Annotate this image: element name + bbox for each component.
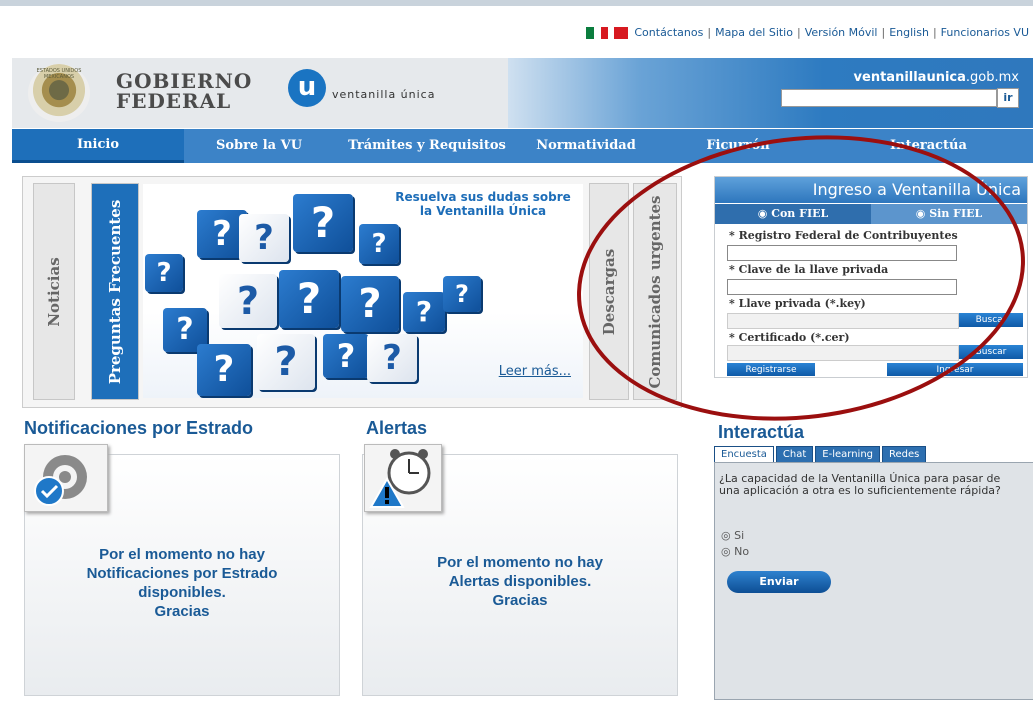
nav-inicio[interactable]: Inicio — [12, 129, 184, 163]
top-border — [0, 0, 1033, 6]
question-cube-icon: ? — [403, 292, 445, 332]
question-cube-icon: ? — [443, 276, 481, 312]
question-cube-icon: ? — [359, 224, 399, 264]
question-cube-icon: ? — [219, 274, 277, 328]
search-go-button[interactable]: ir — [997, 88, 1019, 108]
mexico-flag-icon — [586, 26, 609, 39]
question-cube-icon: ? — [323, 334, 369, 378]
alertas-icon-tile — [364, 444, 442, 512]
alertas-title: Alertas — [366, 418, 428, 438]
notificaciones-icon-tile — [24, 444, 108, 512]
header-banner: ventanillaunica.gob.mx ir — [508, 58, 1033, 128]
search-input[interactable] — [781, 89, 997, 107]
at-symbol-icon — [34, 455, 87, 506]
question-cube-icon: ? — [367, 334, 417, 382]
survey-question: ¿La capacidad de la Ventanilla Única par… — [719, 472, 1001, 497]
nav-normatividad[interactable]: Normatividad — [520, 129, 652, 163]
link-contactanos[interactable]: Contáctanos — [634, 26, 703, 39]
vu-logo-icon[interactable]: u — [288, 69, 326, 107]
link-english[interactable]: English — [889, 26, 929, 39]
link-version-movil[interactable]: Versión Móvil — [805, 26, 878, 39]
question-cube-icon: ? — [257, 334, 315, 390]
question-cube-icon: ? — [341, 276, 399, 332]
question-cube-icon: ? — [239, 214, 289, 262]
question-cube-icon: ? — [279, 270, 339, 328]
site-header: ESTADOS UNIDOS MEXICANOS Gobierno Federa… — [12, 58, 1033, 128]
read-more-link[interactable]: Leer más... — [499, 364, 571, 379]
question-cube-icon: ? — [197, 344, 251, 396]
gobierno-federal-logo[interactable]: Gobierno Federal — [116, 71, 252, 111]
option-si[interactable]: ◎ Si — [721, 529, 744, 542]
alertas-message: Por el momento no hay Alertas disponible… — [437, 554, 603, 609]
option-no[interactable]: ◎ No — [721, 545, 749, 558]
site-domain: ventanillaunica.gob.mx — [853, 70, 1019, 85]
tab-preguntas-frecuentes[interactable]: Preguntas Frecuentes — [91, 183, 139, 400]
alarm-clock-icon — [369, 449, 431, 508]
top-links: Contáctanos | Mapa del Sitio | Versión Móv… — [586, 26, 1029, 39]
interactua-title: Interactúa — [718, 422, 805, 442]
nav-tramites[interactable]: Trámites y Requisitos — [334, 129, 520, 163]
tab-noticias[interactable]: Noticias — [33, 183, 75, 400]
vu-logo-text: ventanilla única — [332, 88, 436, 101]
nav-sobre-vu[interactable]: Sobre la VU — [184, 129, 334, 163]
interactua-panel: ¿La capacidad de la Ventanilla Única par… — [714, 462, 1033, 700]
question-cube-icon: ? — [293, 194, 353, 252]
carousel-slide: ? ? ? ? ? ? ? ? ? ? ? ? ? ? ? Resuelva s… — [143, 184, 583, 398]
link-mapa-sitio[interactable]: Mapa del Sitio — [715, 26, 793, 39]
notificaciones-message: Por el momento no hay Notificaciones por… — [86, 546, 278, 620]
enviar-button[interactable]: Enviar — [727, 571, 831, 593]
notificaciones-title: Notificaciones por Estrado — [24, 418, 254, 438]
slide-caption: Resuelva sus dudas sobre la Ventanilla Ú… — [395, 190, 571, 218]
red-square-icon — [614, 26, 629, 39]
question-cube-icon: ? — [145, 254, 183, 292]
seal-text: ESTADOS UNIDOS MEXICANOS — [36, 68, 82, 80]
link-funcionarios[interactable]: Funcionarios VU — [941, 26, 1029, 39]
